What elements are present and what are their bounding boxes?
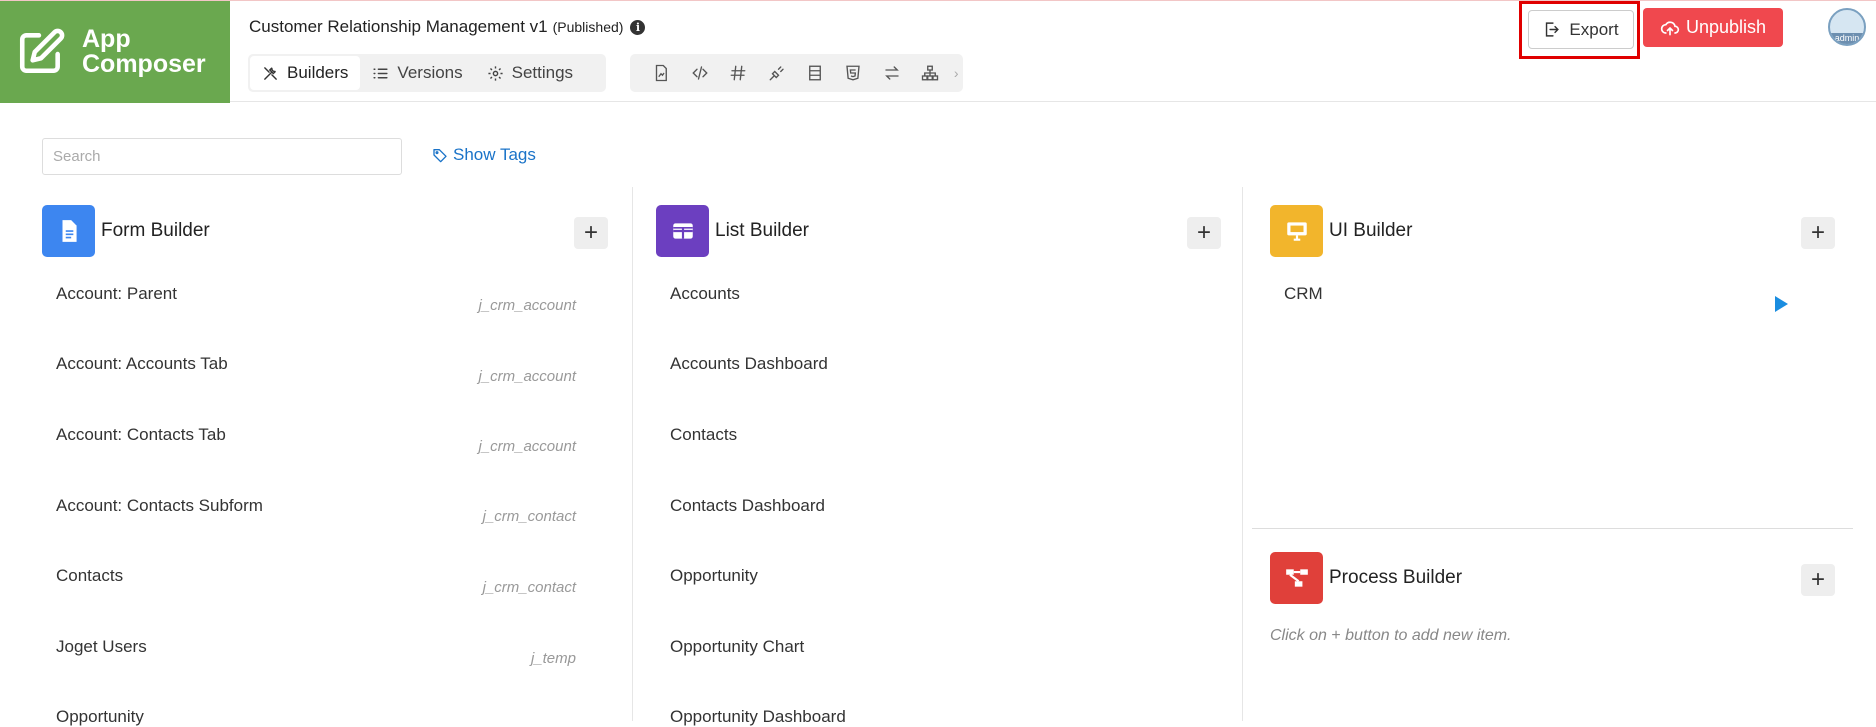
show-tags-label: Show Tags	[453, 145, 536, 164]
hint-pre: Click on	[1270, 627, 1327, 644]
add-form-button[interactable]: +	[574, 217, 608, 249]
unpublish-label: Unpublish	[1685, 17, 1767, 37]
cloud-upload-icon	[1660, 20, 1680, 36]
list-builder-icon	[656, 205, 709, 257]
tool-strip: ›	[630, 54, 963, 92]
table-tag: j_crm_account	[478, 438, 576, 455]
form-builder-title: Form Builder	[101, 220, 210, 241]
search-input[interactable]	[42, 138, 402, 175]
export-icon	[1546, 22, 1560, 37]
tab-builders[interactable]: Builders	[250, 56, 361, 90]
process-builder-section: Process Builder + Click on + button to a…	[1270, 550, 1842, 721]
form-builder-column: Form Builder + Account: Parent j_crm_acc…	[42, 187, 616, 726]
list-item[interactable]: CRM	[1284, 284, 1323, 304]
list-builder-title: List Builder	[715, 220, 809, 241]
list-item[interactable]: Account: Parent	[56, 284, 177, 304]
plus-icon: +	[1331, 627, 1341, 644]
list-item[interactable]: Accounts	[670, 284, 740, 304]
list-item[interactable]: Contacts	[670, 425, 737, 445]
list-item[interactable]: Contacts	[56, 566, 123, 586]
play-icon[interactable]	[1775, 296, 1788, 312]
hash-icon[interactable]	[719, 56, 757, 90]
list-item[interactable]: Account: Accounts Tab	[56, 354, 228, 374]
export-label: Export	[1569, 19, 1619, 39]
app-title: Customer Relationship Management v1 (Pub…	[249, 17, 646, 37]
logo-line-2: Composer	[82, 50, 206, 78]
table-tag: j_crm_contact	[482, 579, 576, 596]
table-tag: j_crm_account	[478, 368, 576, 385]
list-item[interactable]: Account: Contacts Tab	[56, 425, 226, 445]
tab-settings[interactable]: Settings	[475, 56, 585, 90]
gear-icon	[488, 65, 503, 81]
list-item[interactable]: Opportunity	[670, 566, 758, 586]
chevron-right-icon[interactable]: ›	[950, 56, 963, 90]
process-builder-header: Process Builder	[1270, 552, 1462, 604]
add-process-button[interactable]: +	[1801, 564, 1835, 596]
edit-icon	[19, 28, 65, 74]
builder-tabs: Builders Versions Settings	[248, 54, 606, 92]
form-builder-icon	[42, 205, 95, 257]
tab-settings-label: Settings	[511, 63, 574, 82]
list-builder-header: List Builder	[656, 205, 809, 257]
tab-builders-label: Builders	[287, 63, 349, 82]
list-item[interactable]: Account: Contacts Subform	[56, 496, 263, 516]
list-item[interactable]: Opportunity Chart	[670, 637, 804, 657]
publish-status: (Published)	[552, 19, 624, 35]
form-builder-header: Form Builder	[42, 205, 210, 257]
list-item[interactable]: Contacts Dashboard	[670, 496, 825, 516]
avatar[interactable]: admin	[1828, 8, 1866, 46]
hint-post: button to add new item.	[1345, 627, 1512, 644]
logo-text: App Composer	[82, 27, 206, 77]
file-chart-icon[interactable]	[642, 56, 680, 90]
top-bar: App Composer Customer Relationship Manag…	[0, 0, 1876, 103]
list-builder-column: List Builder + Accounts Accounts Dashboa…	[656, 187, 1224, 726]
logo-line-1: App	[82, 25, 131, 53]
add-list-button[interactable]: +	[1187, 217, 1221, 249]
tools-icon	[264, 66, 277, 80]
ui-builder-header: UI Builder	[1270, 205, 1412, 257]
add-ui-button[interactable]: +	[1801, 217, 1835, 249]
ui-builder-icon	[1270, 205, 1323, 257]
tag-icon	[433, 149, 447, 163]
app-name: Customer Relationship Management v1	[249, 17, 548, 36]
process-builder-icon	[1270, 552, 1323, 604]
column-divider	[1242, 187, 1243, 721]
sitemap-icon[interactable]	[911, 56, 949, 90]
show-tags-link[interactable]: Show Tags	[432, 145, 536, 165]
list-item[interactable]: Accounts Dashboard	[670, 354, 828, 374]
export-highlight: Export	[1519, 1, 1640, 59]
tab-versions[interactable]: Versions	[360, 56, 474, 90]
table-tag: j_crm_contact	[482, 508, 576, 525]
column-divider	[632, 187, 633, 721]
html5-icon[interactable]	[834, 56, 872, 90]
code-icon[interactable]	[680, 56, 718, 90]
ui-builder-title: UI Builder	[1329, 220, 1413, 241]
avatar-label: admin	[1830, 33, 1864, 44]
tab-versions-label: Versions	[397, 63, 463, 82]
section-divider	[1252, 528, 1853, 529]
export-button[interactable]: Export	[1528, 10, 1634, 49]
list-item[interactable]: Joget Users	[56, 637, 147, 657]
table-tag: j_temp	[530, 650, 576, 667]
table-icon[interactable]	[796, 56, 834, 90]
list-item[interactable]: Opportunity Dashboard	[670, 707, 846, 727]
process-builder-title: Process Builder	[1329, 567, 1463, 588]
info-icon[interactable]: i	[630, 19, 646, 35]
app-composer-logo[interactable]: App Composer	[0, 1, 230, 103]
table-tag: j_crm_account	[478, 297, 576, 314]
empty-hint: Click on + button to add new item.	[1270, 627, 1511, 645]
unpublish-button[interactable]: Unpublish	[1643, 8, 1783, 47]
arrows-icon[interactable]	[873, 56, 911, 90]
list-icon	[373, 68, 389, 78]
list-item[interactable]: Opportunity	[56, 707, 144, 727]
plug-icon[interactable]	[757, 56, 795, 90]
